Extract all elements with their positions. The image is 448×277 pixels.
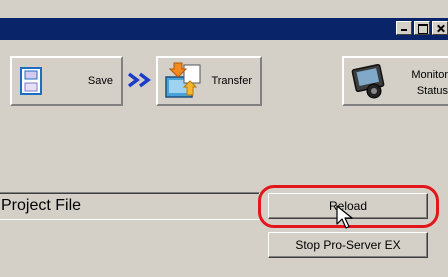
- project-file-field[interactable]: Project File: [0, 192, 260, 220]
- close-icon[interactable]: [432, 21, 448, 35]
- monitor-status-icon: [351, 63, 385, 99]
- monitor-status-button[interactable]: Monitor Status: [342, 56, 448, 106]
- transfer-button[interactable]: Transfer: [156, 56, 262, 106]
- save-icon: [20, 67, 42, 95]
- minimize-icon[interactable]: [396, 21, 412, 35]
- transfer-icon: [165, 62, 201, 98]
- maximize-icon[interactable]: [414, 21, 430, 35]
- mouse-pointer-icon: [336, 205, 353, 229]
- title-bar: [0, 18, 448, 40]
- monitor-label-line2: Status: [416, 85, 448, 97]
- stop-pro-server-button[interactable]: Stop Pro-Server EX: [268, 232, 428, 258]
- application-window: Save Transfer Monitor Status Project Fil…: [0, 0, 448, 277]
- save-button[interactable]: Save: [10, 56, 123, 106]
- save-label: Save: [87, 75, 113, 87]
- monitor-status-label: Monitor Status: [411, 67, 448, 99]
- window-controls: [396, 21, 448, 35]
- toolbar: Save Transfer Monitor Status: [0, 40, 448, 130]
- monitor-label-line1: Monitor: [411, 69, 448, 81]
- transfer-label: Transfer: [211, 75, 252, 87]
- double-chevron-right-icon: [127, 72, 151, 88]
